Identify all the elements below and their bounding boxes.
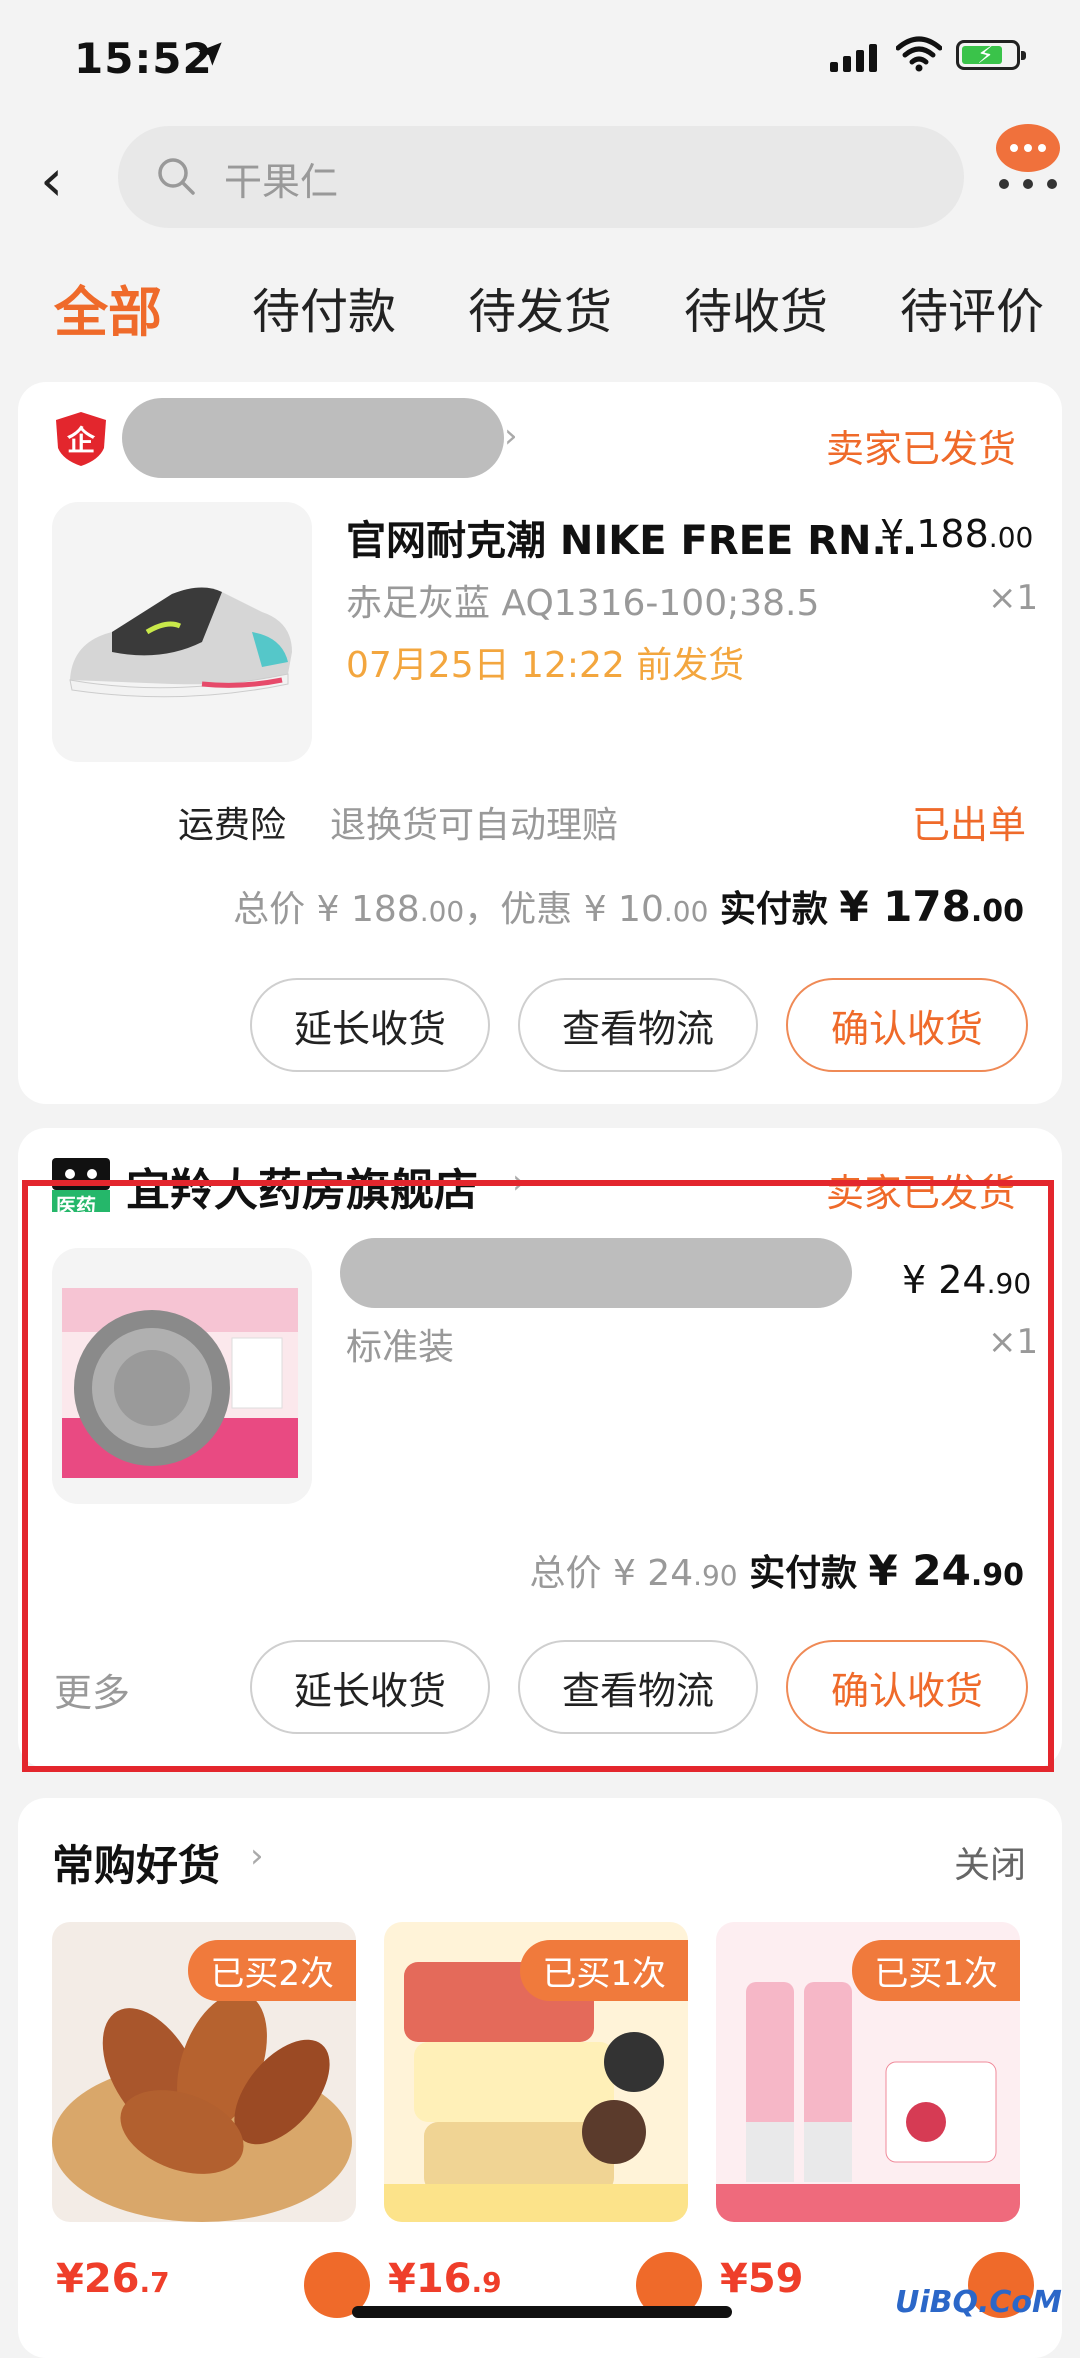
discount-label: ，优惠 <box>464 889 573 930</box>
location-arrow-icon <box>198 42 222 66</box>
confirm-receipt-button[interactable]: 确认收货 <box>786 978 1028 1072</box>
price-dec: .9 <box>471 2266 502 2299</box>
discount-dec: .00 <box>663 895 709 928</box>
total-dec: .00 <box>419 895 465 928</box>
product-image[interactable] <box>52 502 312 762</box>
status-time: 15:52 <box>74 34 213 83</box>
total-int: ¥ 188 <box>316 889 420 930</box>
order-total: 总价 ¥ 188.00，优惠 ¥ 10.00 实付款 ¥ 178.00 <box>233 880 1024 932</box>
insurance-label: 运费险 <box>178 805 287 846</box>
insurance-status: 已出单 <box>912 803 1027 847</box>
watermark: UiBQ.CoM <box>895 2285 1062 2320</box>
price-int: ¥59 <box>720 2256 804 2302</box>
recommend-close[interactable]: 关闭 <box>954 1836 1026 1888</box>
product-sku: 赤足灰蓝 AQ1316-100;38.5 <box>346 583 820 624</box>
recommend-item-image[interactable]: 已买1次 <box>716 1922 1020 2222</box>
discount-int: ¥ 10 <box>583 889 664 930</box>
recommend-item-image[interactable]: 已买2次 <box>52 1922 356 2222</box>
price-dec: .7 <box>139 2266 170 2299</box>
shop-name-redacted[interactable] <box>122 398 504 478</box>
tab-pending-receipt[interactable]: 待收货 <box>684 272 828 342</box>
enterprise-seller-icon: 企 <box>56 412 106 466</box>
recommend-item-image[interactable]: 已买1次 <box>384 1922 688 2222</box>
order-status: 卖家已发货 <box>826 427 1017 471</box>
extend-receipt-button[interactable]: 延长收货 <box>250 978 490 1072</box>
price-int: ¥ 188 <box>880 512 989 556</box>
view-logistics-button[interactable]: 查看物流 <box>518 978 758 1072</box>
tab-pending-review[interactable]: 待评价 <box>900 272 1044 342</box>
total-label: 总价 <box>233 889 306 930</box>
price-dec: .00 <box>988 521 1034 554</box>
recommend-price: ¥26.7 <box>56 2256 170 2302</box>
svg-text:企: 企 <box>67 424 96 457</box>
product-title[interactable]: 官网耐克潮 NIKE FREE RN... <box>346 508 917 566</box>
wifi-icon <box>896 36 942 72</box>
message-bubble-icon[interactable] <box>992 122 1064 194</box>
price-int: ¥16 <box>388 2256 472 2302</box>
battery-icon: ⚡ <box>956 40 1026 70</box>
tab-pending-shipment[interactable]: 待发货 <box>468 272 612 342</box>
sneaker-illustration <box>69 587 292 698</box>
product-qty: ×1 <box>988 578 1039 618</box>
recommend-title[interactable]: 常购好货 <box>52 1832 220 1893</box>
home-indicator[interactable] <box>352 2306 732 2318</box>
ship-deadline: 07月25日 12:22 前发货 <box>346 645 745 686</box>
recommend-price: ¥16.9 <box>388 2256 502 2302</box>
price-int: ¥26 <box>56 2256 140 2302</box>
bought-count-badge: 已买1次 <box>520 1940 688 2001</box>
bought-count-badge: 已买1次 <box>852 1940 1020 2001</box>
recommend-price: ¥59 <box>720 2256 804 2302</box>
product-price: ¥ 188.00 <box>880 512 1033 556</box>
paid-label: 实付款 <box>719 889 828 930</box>
back-button[interactable]: ‹ <box>40 150 88 210</box>
chevron-right-icon: › <box>504 416 518 456</box>
tab-pending-payment[interactable]: 待付款 <box>252 272 396 342</box>
insurance-desc: 退换货可自动理赔 <box>330 805 619 846</box>
cellular-signal-icon <box>830 44 877 72</box>
chevron-right-icon: › <box>250 1836 264 1876</box>
search-icon <box>158 158 195 195</box>
search-placeholder: 干果仁 <box>224 160 339 204</box>
highlight-box <box>22 1180 1054 1772</box>
tab-all[interactable]: 全部 <box>54 268 162 347</box>
paid-dec: .00 <box>970 894 1024 929</box>
paid-int: ¥ 178 <box>839 882 971 931</box>
bought-count-badge: 已买2次 <box>188 1940 356 2001</box>
